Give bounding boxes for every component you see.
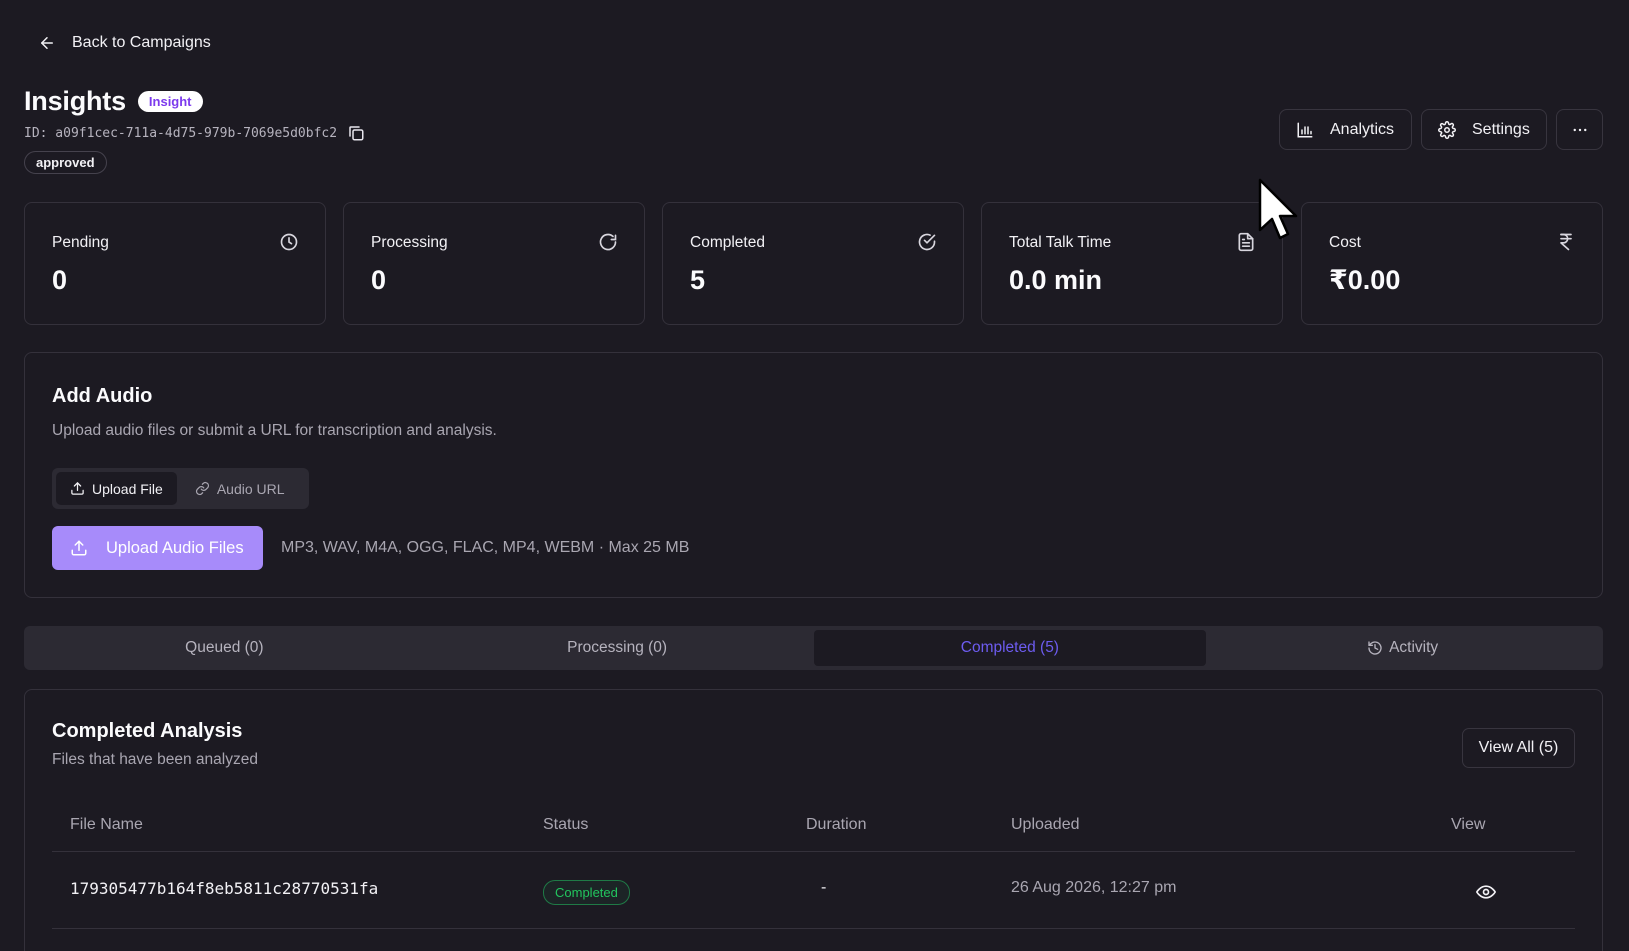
mouse-cursor-icon xyxy=(1258,178,1298,240)
tab-activity[interactable]: Activity xyxy=(1206,630,1599,666)
check-circle-icon xyxy=(918,233,936,251)
rupee-icon xyxy=(1560,233,1572,251)
back-to-campaigns-link[interactable]: Back to Campaigns xyxy=(38,34,211,52)
upload-file-label: Upload File xyxy=(92,480,163,497)
settings-label: Settings xyxy=(1472,120,1530,138)
completed-analysis-subtitle: Files that have been analyzed xyxy=(52,751,258,768)
column-header-duration: Duration xyxy=(806,816,867,833)
file-name-cell: 179305477b164f8eb5811c28770531fa xyxy=(70,879,379,898)
tab-label: Processing (0) xyxy=(567,639,668,656)
eye-icon[interactable] xyxy=(1476,882,1496,902)
tab-completed[interactable]: Completed (5) xyxy=(813,630,1207,666)
ellipsis-icon xyxy=(1573,128,1586,131)
input-mode-toggle: Upload File Audio URL xyxy=(52,468,309,509)
stat-label: Total Talk Time xyxy=(1009,234,1112,251)
page: Back to Campaigns Insights Insight ID: a… xyxy=(0,0,1629,951)
tab-label: Completed (5) xyxy=(960,639,1059,656)
upload-audio-files-button[interactable]: Upload Audio Files xyxy=(52,526,263,570)
history-icon xyxy=(1368,641,1382,655)
bar-chart-icon xyxy=(1297,122,1313,137)
table-header: File Name Status Duration Uploaded View xyxy=(52,804,1575,852)
analytics-label: Analytics xyxy=(1330,120,1395,138)
refresh-icon xyxy=(599,233,617,251)
analytics-button[interactable]: Analytics xyxy=(1279,109,1412,150)
stat-card-pending: Pending 0 xyxy=(24,202,326,325)
completed-analysis-title: Completed Analysis xyxy=(52,720,243,742)
stat-value: 5 xyxy=(690,265,706,295)
uploaded-cell: 26 Aug 2026, 12:27 pm xyxy=(1011,879,1177,896)
column-header-status: Status xyxy=(543,816,589,833)
copy-icon[interactable] xyxy=(347,124,365,142)
add-audio-title: Add Audio xyxy=(52,385,153,407)
document-icon xyxy=(1238,232,1254,252)
stat-label: Cost xyxy=(1329,234,1361,251)
stat-label: Completed xyxy=(690,234,765,251)
upload-icon xyxy=(71,540,87,556)
supported-formats: MP3, WAV, M4A, OGG, FLAC, MP4, WEBM · Ma… xyxy=(281,539,690,556)
stat-value: ₹0.00 xyxy=(1329,265,1401,295)
column-header-view: View xyxy=(1451,816,1486,833)
view-all-button[interactable]: View All (5) xyxy=(1462,728,1575,768)
stat-label: Processing xyxy=(371,234,448,251)
back-label: Back to Campaigns xyxy=(72,34,211,51)
tab-label: Queued (0) xyxy=(185,639,264,656)
stat-card-completed: Completed 5 xyxy=(662,202,964,325)
tab-processing[interactable]: Processing (0) xyxy=(421,630,814,666)
stat-card-cost: Cost ₹0.00 xyxy=(1301,202,1603,325)
add-audio-panel: Add Audio Upload audio files or submit a… xyxy=(24,352,1603,598)
tab-queued[interactable]: Queued (0) xyxy=(28,630,421,666)
column-header-file-name: File Name xyxy=(70,816,143,833)
stat-value: 0 xyxy=(52,265,68,295)
settings-button[interactable]: Settings xyxy=(1421,109,1547,150)
stat-value: 0 xyxy=(371,265,387,295)
status-badge: approved xyxy=(24,151,107,174)
upload-audio-label: Upload Audio Files xyxy=(106,538,244,557)
upload-icon xyxy=(71,482,84,495)
view-all-label: View All (5) xyxy=(1478,739,1559,756)
campaign-id-row: ID: a09f1cec-711a-4d75-979b-7069e5d0bfc2 xyxy=(24,124,365,142)
audio-url-label: Audio URL xyxy=(216,480,285,497)
stat-card-total-talk-time: Total Talk Time 0.0 min xyxy=(981,202,1283,325)
table-row[interactable]: 179305477b164f8eb5811c28770531fa Complet… xyxy=(52,852,1575,929)
column-header-uploaded: Uploaded xyxy=(1011,816,1080,833)
link-icon xyxy=(195,481,209,496)
completed-analysis-panel: Completed Analysis Files that have been … xyxy=(24,689,1603,951)
add-audio-subtitle: Upload audio files or submit a URL for t… xyxy=(52,422,497,439)
campaign-id: ID: a09f1cec-711a-4d75-979b-7069e5d0bfc2 xyxy=(24,125,338,141)
status-badge: Completed xyxy=(543,880,630,905)
arrow-left-icon xyxy=(41,37,53,49)
audio-url-tab[interactable]: Audio URL xyxy=(181,472,299,505)
type-badge: Insight xyxy=(137,91,203,112)
tab-label: Activity xyxy=(1389,639,1439,656)
duration-cell: - xyxy=(821,879,827,896)
upload-file-tab[interactable]: Upload File xyxy=(56,472,177,505)
stat-label: Pending xyxy=(52,234,109,251)
more-options-button[interactable] xyxy=(1556,109,1603,150)
stat-value: 0.0 min xyxy=(1009,265,1103,295)
page-title: Insights xyxy=(24,86,126,116)
page-title-row: Insights Insight xyxy=(24,86,203,117)
status-tabs: Queued (0) Processing (0) Completed (5) … xyxy=(24,626,1603,670)
stat-card-processing: Processing 0 xyxy=(343,202,645,325)
clock-icon xyxy=(280,233,298,251)
gear-icon xyxy=(1438,120,1456,139)
